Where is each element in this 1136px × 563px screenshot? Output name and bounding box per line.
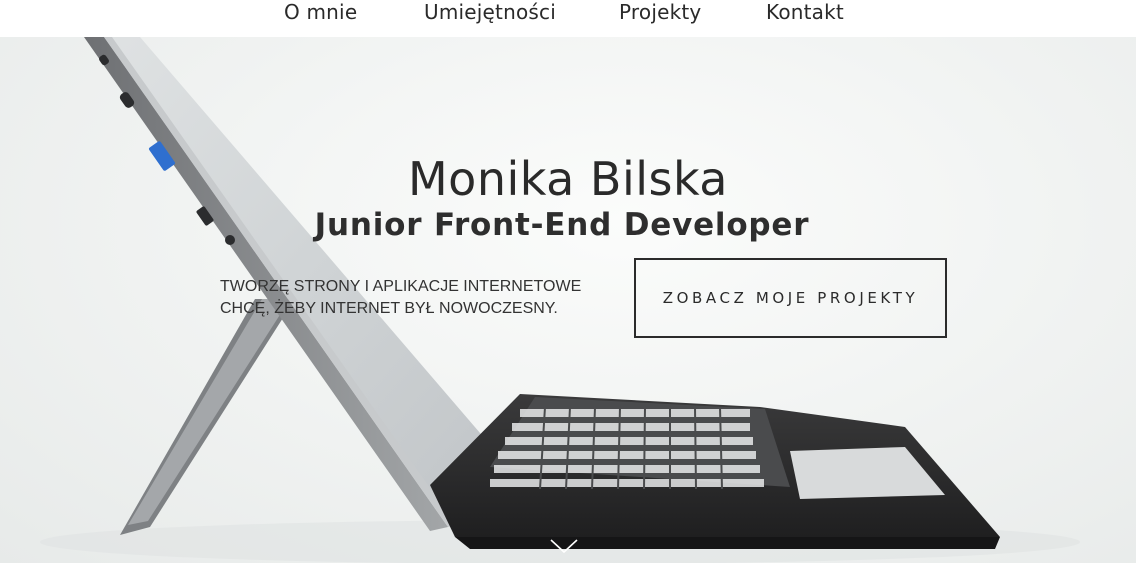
nav-link-projects[interactable]: Projekty bbox=[619, 0, 701, 26]
hero-name: Monika Bilska bbox=[407, 152, 728, 206]
view-projects-button[interactable]: ZOBACZ MOJE PROJEKTY bbox=[634, 258, 947, 338]
hero-tagline: Tworzę strony i aplikacje internetowe Ch… bbox=[220, 276, 620, 320]
tagline-line-2: Chcę, żeby internet był nowoczesny. bbox=[220, 300, 558, 317]
hero-role: Junior Front-End Developer bbox=[314, 207, 810, 243]
top-navigation: O mnie Umiejętności Projekty Kontakt bbox=[0, 0, 1136, 37]
nav-link-about[interactable]: O mnie bbox=[284, 0, 357, 26]
chevron-down-icon[interactable] bbox=[549, 537, 579, 555]
hero-section: Monika Bilska Junior Front-End Developer… bbox=[0, 37, 1136, 563]
nav-link-skills[interactable]: Umiejętności bbox=[424, 0, 556, 26]
nav-link-contact[interactable]: Kontakt bbox=[766, 0, 844, 26]
tagline-line-1: Tworzę strony i aplikacje internetowe bbox=[220, 278, 582, 295]
